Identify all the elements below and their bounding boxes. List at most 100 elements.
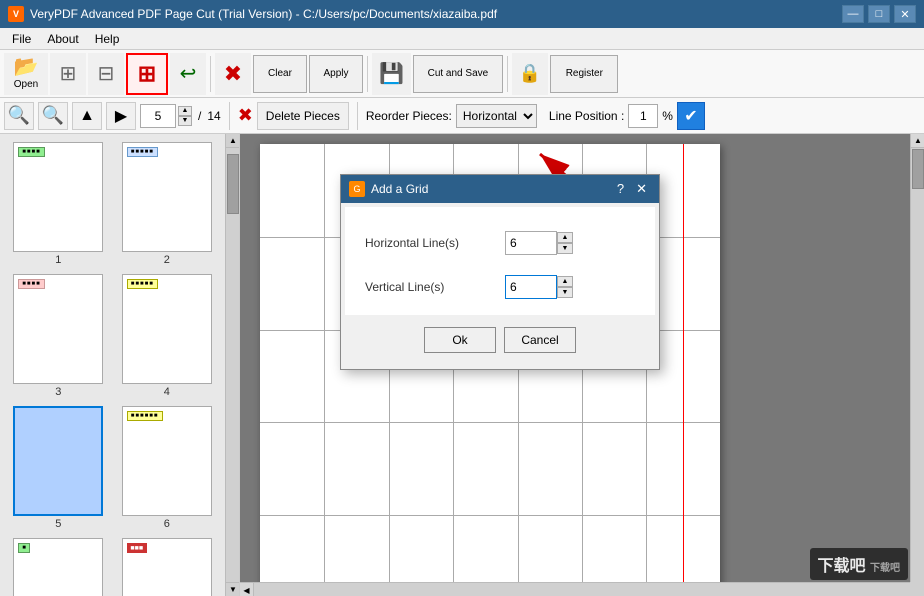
sidebar-scrollbar[interactable]: ▲ ▼ [225,134,239,596]
canvas-vscroll-up[interactable]: ▲ [911,134,924,148]
thumb-page-3: ■■■■ [13,274,103,384]
save-icon-btn[interactable]: 💾 [372,53,411,95]
canvas-scroll-corner [910,582,924,596]
register-icon-btn[interactable]: 🔒 [512,53,548,95]
line-position-box: Line Position : % ✔ [549,102,705,130]
thumbnail-6[interactable]: ■■■■■■ 6 [117,406,218,530]
vertical-lines-label: Vertical Line(s) [365,280,505,294]
dialog-ok-button[interactable]: Ok [424,327,496,353]
thumb-label-6: ■■■■■■ [127,411,163,421]
register-label: Register [566,68,603,79]
thumb-page-6: ■■■■■■ [122,406,212,516]
dialog-help-button[interactable]: ? [613,181,628,197]
app-icon: V [8,6,24,22]
thumb-label-2: ■■■■■ [127,147,158,157]
canvas-vscroll-thumb[interactable] [912,149,924,189]
add-grid-dialog: G Add a Grid ? ✕ Horizontal Line(s) 6 [340,174,660,370]
horizontal-lines-field: Horizontal Line(s) 6 ▲ ▼ [365,231,635,255]
dialog-footer: Ok Cancel [341,319,659,369]
thumb-page-4: ■■■■■ [122,274,212,384]
thumbnail-4[interactable]: ■■■■■ 4 [117,274,218,398]
menu-bar: File About Help [0,28,924,50]
apply-label: Apply [323,68,348,79]
thumb-page-8: ■■■ [122,538,212,596]
navigate-up-button[interactable]: ▲ [72,102,102,130]
dialog-body: Horizontal Line(s) 6 ▲ ▼ Vertical Line(s… [345,207,655,315]
thumbnail-5[interactable]: 5 [8,406,109,530]
tb2-sep2 [357,102,358,130]
horiz-spin-up[interactable]: ▲ [557,232,573,243]
line-position-confirm-button[interactable]: ✔ [677,102,705,130]
zoom-in-button[interactable]: 🔍 [4,102,34,130]
undo-icon: ↩ [180,64,197,84]
vert-spin-up[interactable]: ▲ [557,276,573,287]
zoom-out-icon: 🔍 [42,105,64,126]
thumbnail-2[interactable]: ■■■■■ 2 [117,142,218,266]
dialog-overlay: G Add a Grid ? ✕ Horizontal Line(s) 6 [240,134,924,596]
thumb-num-6: 6 [164,518,170,530]
horizontal-lines-input[interactable]: 6 [505,231,557,255]
apply-button[interactable]: Apply [309,55,363,93]
horizontal-lines-label: Horizontal Line(s) [365,236,505,250]
thumbnail-8[interactable]: ■■■ 8 [117,538,218,596]
add-grid-icon: ⊞ [138,61,156,87]
reorder-label: Reorder Pieces: [366,109,452,123]
tb2-sep1 [229,102,230,130]
thumb-label-4: ■■■■■ [127,279,158,289]
dialog-title: Add a Grid [371,182,428,196]
dialog-cancel-button[interactable]: Cancel [504,327,576,353]
vertical-lines-input[interactable]: 6 [505,275,557,299]
thumb-label-3: ■■■■ [18,279,45,289]
title-bar: V VeryPDF Advanced PDF Page Cut (Trial V… [0,0,924,28]
zoom-out-button[interactable]: 🔍 [38,102,68,130]
undo-button[interactable]: ↩ [170,53,206,95]
thumbnail-scroll-area[interactable]: ■■■■ 1 ■■■■■ 2 ■■■■ 3 [0,134,225,596]
close-button[interactable]: ✕ [894,5,916,23]
maximize-button[interactable]: □ [868,5,890,23]
vertical-lines-field: Vertical Line(s) 6 ▲ ▼ [365,275,635,299]
cut-and-save-button[interactable]: Cut and Save [413,55,503,93]
checkmark-icon: ✔ [684,106,697,126]
horiz-spin-down[interactable]: ▼ [557,243,573,254]
open-button[interactable]: 📂 Open [4,53,48,95]
canvas-hscroll-left[interactable]: ◀ [240,583,254,596]
canvas-vertical-scrollbar[interactable]: ▲ [910,134,924,582]
page-num-up[interactable]: ▲ [178,106,192,116]
sidebar-scroll-thumb[interactable] [227,154,239,214]
grid-icon-btn2[interactable]: ⊟ [88,53,124,95]
sidebar-scroll-up[interactable]: ▲ [226,134,240,148]
grid-icon-btn1[interactable]: ⊞ [50,53,86,95]
canvas-horizontal-scrollbar[interactable]: ◀ [240,582,910,596]
menu-about[interactable]: About [39,30,86,48]
thumb-num-1: 1 [55,254,61,266]
navigate-down-button[interactable]: ▶ [106,102,136,130]
register-button[interactable]: Register [550,55,618,93]
thumbnail-1[interactable]: ■■■■ 1 [8,142,109,266]
dialog-icon: G [349,181,365,197]
thumbnail-3[interactable]: ■■■■ 3 [8,274,109,398]
minimize-button[interactable]: — [842,5,864,23]
menu-help[interactable]: Help [87,30,128,48]
clear-icon-btn[interactable]: ✖ [215,53,251,95]
dialog-close-button[interactable]: ✕ [632,181,651,197]
thumb-num-2: 2 [164,254,170,266]
thumb-page-2: ■■■■■ [122,142,212,252]
vert-spin-down[interactable]: ▼ [557,287,573,298]
menu-file[interactable]: File [4,30,39,48]
page-number-input[interactable]: 5 [140,104,176,128]
line-position-input[interactable] [628,104,658,128]
horizontal-spin-btns: ▲ ▼ [557,232,573,254]
thumb-num-5: 5 [55,518,61,530]
reorder-select[interactable]: Horizontal Vertical [456,104,537,128]
sidebar-scroll-down[interactable]: ▼ [226,582,240,596]
thumb-label-1: ■■■■ [18,147,45,157]
main-toolbar: 📂 Open ⊞ ⊟ ⊞ ↩ ✖ Clear Apply 💾 Cut and S… [0,50,924,98]
page-num-down[interactable]: ▼ [178,116,192,126]
add-grid-button[interactable]: ⊞ [126,53,168,95]
reorder-box: Reorder Pieces: Horizontal Vertical [366,104,537,128]
thumb-label-7: ■ [18,543,30,553]
thumbnail-7[interactable]: ■ 7 [8,538,109,596]
delete-pieces-button[interactable]: Delete Pieces [257,102,349,130]
clear-button[interactable]: Clear [253,55,307,93]
page-number-box: 5 ▲ ▼ / 14 [140,104,221,128]
